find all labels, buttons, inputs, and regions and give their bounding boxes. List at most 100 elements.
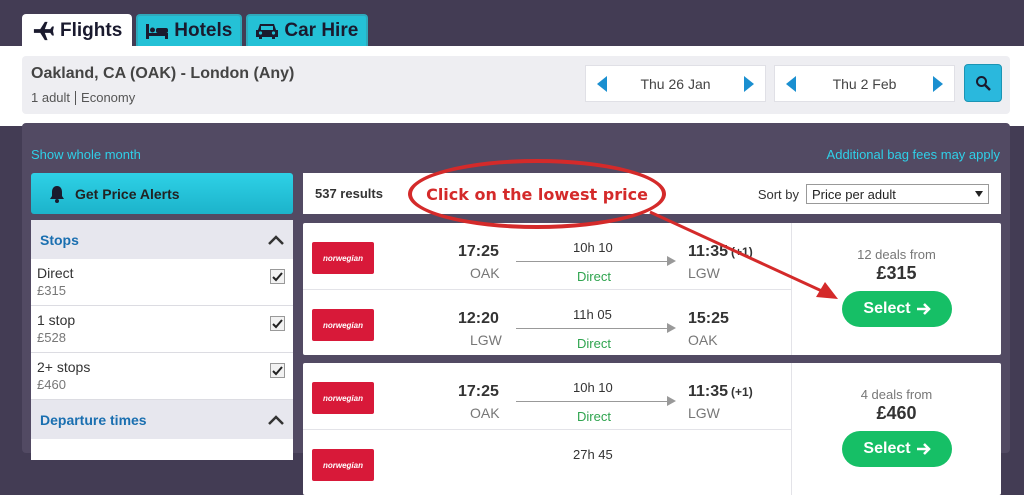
select-button[interactable]: Select [842,291,952,327]
flight-arrow [516,256,676,266]
chevron-right-icon [933,75,943,92]
deal-price: £460 [876,403,917,423]
show-whole-month-link[interactable]: Show whole month [31,147,141,162]
next-date-button[interactable] [922,75,954,92]
bag-fees-link[interactable]: Additional bag fees may apply [827,147,1000,162]
tab-hotels[interactable]: Hotels [136,14,243,46]
sort-label: Sort by [757,186,799,202]
prev-date-button[interactable] [775,75,807,92]
arrival-time: 11:35 (+1) [688,383,753,401]
tab-label: Flights [60,20,123,41]
departure-times-title: Departure times [40,411,147,428]
chevron-up-icon [268,414,284,425]
depart-date-picker: Thu 26 Jan [585,65,766,102]
return-date-picker: Thu 2 Feb [774,65,955,102]
flight-duration: 11h 05 [573,307,612,322]
stops-filter-title: Stops [40,231,79,248]
plane-icon [33,21,54,41]
flight-arrow [516,396,676,406]
chevron-left-icon [597,75,607,92]
arrow-right-icon [916,303,931,315]
chevron-left-icon [786,75,796,92]
deal-price: £315 [876,263,917,283]
arrival-time-value: 11:35 [688,243,729,260]
annotation-callout: Click on the lowest price [408,159,666,229]
cabin-class: Economy [81,90,136,105]
departure-airport: OAK [470,265,500,281]
flight-duration: 10h 10 [573,380,613,395]
divider [75,91,77,105]
norwegian-logo: norwegian [312,449,374,481]
next-date-button[interactable] [733,75,765,92]
direct-checkbox[interactable] [270,269,285,284]
one-stop-checkbox[interactable] [270,316,285,331]
stops-label: Direct [577,409,611,424]
norwegian-logo: norwegian [312,242,374,274]
search-button[interactable] [964,64,1002,102]
return-leg: norwegian 27h 45 [303,429,791,495]
departure-airport: LGW [470,332,502,348]
filters-panel: Stops Direct £315 1 stop £528 2+ stops £… [31,220,293,460]
price-alerts-label: Get Price Alerts [75,185,180,202]
bed-icon [146,24,169,39]
stops-label: Direct [577,269,611,284]
flight-duration: 27h 45 [573,447,613,462]
sort-dropdown[interactable]: Price per adult [806,184,989,204]
sort-value: Price per adult [812,186,896,202]
car-icon [256,24,279,39]
bell-icon [50,185,64,203]
select-button[interactable]: Select [842,431,952,467]
chevron-up-icon [268,234,284,245]
search-summary-bar: Oakland, CA (OAK) - London (Any) 1 adult… [0,46,1024,126]
stop-option-price: £315 [37,283,66,298]
arrival-airport: OAK [688,332,718,348]
results-count: 537 results [315,186,383,201]
dropdown-arrow-icon [975,191,983,197]
stop-option-name: 2+ stops [37,359,91,375]
flight-result-card[interactable]: norwegian 17:25 OAK 10h 10 Direct 11:35(… [303,223,1001,355]
day-offset: (+1) [731,385,753,399]
prev-date-button[interactable] [586,75,618,92]
return-date[interactable]: Thu 2 Feb [807,76,922,92]
day-offset: (+1) [731,245,753,259]
deals-count: 12 deals from [857,247,936,262]
return-leg: norwegian 12:20 LGW 11h 05 Direct 15:25 … [303,289,791,355]
checkmark-icon [272,271,283,281]
tab-flights[interactable]: Flights [22,14,133,46]
outbound-leg: norwegian 17:25 OAK 10h 10 Direct 11:35(… [303,363,791,429]
checkmark-icon [272,318,283,328]
arrival-time-value: 15:25 [688,310,729,327]
departure-airport: OAK [470,405,500,421]
deal-panel: 4 deals from £460 Select [791,363,1001,495]
passenger-count: 1 adult [31,90,71,105]
chevron-right-icon [744,75,754,92]
arrival-airport: LGW [688,265,720,281]
departure-times-filter-header[interactable]: Departure times [31,400,293,439]
arrow-right-icon [916,443,931,455]
stop-option-price: £528 [37,330,66,345]
arrival-time: 15:25 [688,310,729,328]
stop-filter-direct[interactable]: Direct £315 [31,259,293,306]
stops-filter-header[interactable]: Stops [31,220,293,259]
tab-label: Hotels [174,20,233,41]
stop-filter-2-plus-stops[interactable]: 2+ stops £460 [31,353,293,400]
tab-car-hire[interactable]: Car Hire [246,14,369,46]
search-summary: Oakland, CA (OAK) - London (Any) 1 adult… [22,56,1010,114]
departure-time: 12:20 [458,310,499,327]
norwegian-logo: norwegian [312,382,374,414]
stop-filter-1-stop[interactable]: 1 stop £528 [31,306,293,353]
route-text[interactable]: Oakland, CA (OAK) - London (Any) [31,65,294,83]
search-type-tabs: Flights Hotels Car Hire [22,14,369,46]
deals-count: 4 deals from [860,387,933,402]
arrival-airport: LGW [688,405,720,421]
sort-control: Sort by Price per adult [758,184,989,204]
two-plus-stops-checkbox[interactable] [270,363,285,378]
departure-time: 17:25 [458,383,499,400]
depart-date[interactable]: Thu 26 Jan [618,76,733,92]
price-alerts-button[interactable]: Get Price Alerts [31,173,293,214]
arrival-time-value: 11:35 [688,383,729,400]
flight-result-card[interactable]: norwegian 17:25 OAK 10h 10 Direct 11:35(… [303,363,1001,495]
flight-arrow [516,323,676,333]
stop-option-name: Direct [37,265,74,281]
arrival-time: 11:35 (+1) [688,243,753,261]
